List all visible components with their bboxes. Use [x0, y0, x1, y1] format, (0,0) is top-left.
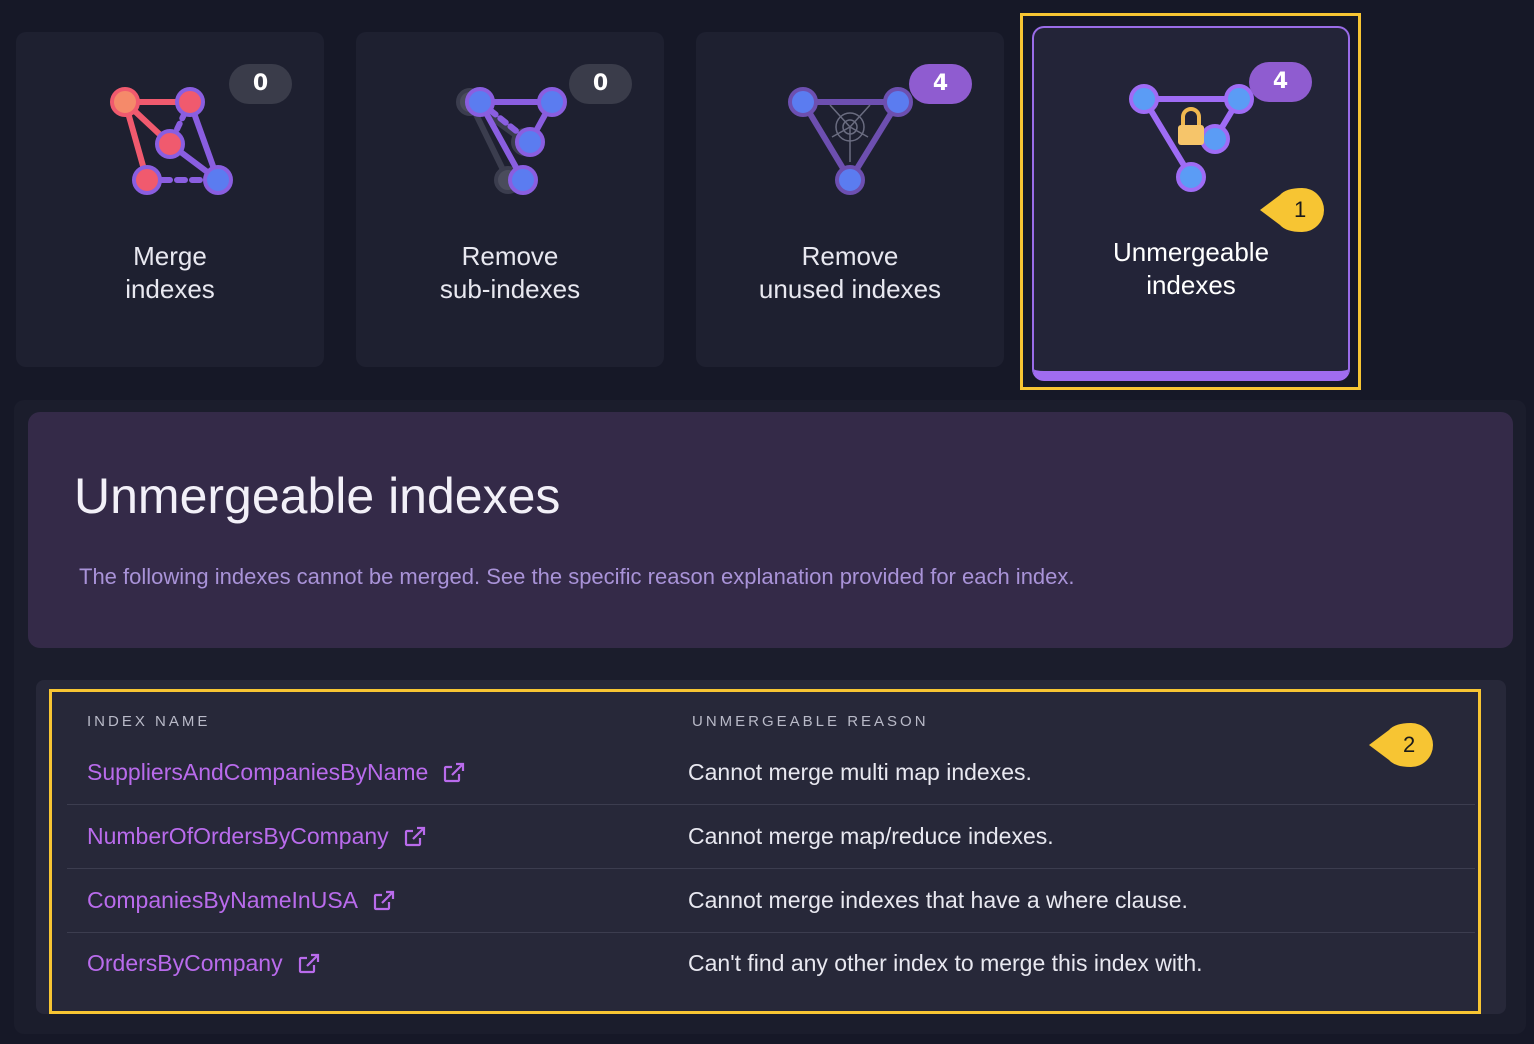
card-label-line-2: indexes [125, 274, 215, 304]
card-label: Remove unused indexes [696, 240, 1004, 306]
page-title: Unmergeable indexes [74, 468, 561, 524]
merge-graph-icon [16, 87, 324, 237]
card-remove-unused-indexes[interactable]: 4 Remove unused indexes [696, 32, 1004, 367]
card-label-line-1: Remove [461, 241, 559, 271]
card-remove-sub-indexes[interactable]: 0 Remove sub-indexes [356, 32, 664, 367]
count-badge: 0 [229, 64, 292, 104]
callout-1: 1 [1260, 186, 1330, 234]
card-label-line-2: sub-indexes [439, 274, 581, 304]
callout-2: 2 [1369, 721, 1439, 769]
hero-header: Unmergeable indexes The following indexe… [28, 412, 1513, 648]
card-label-line-1: Remove [801, 241, 899, 271]
card-label: Remove sub-indexes [356, 240, 664, 306]
sub-index-graph-icon [356, 87, 664, 237]
card-label-line-2: unused indexes [758, 274, 942, 304]
callout-number: 1 [1294, 197, 1307, 222]
cobweb-graph-icon [696, 87, 1004, 237]
card-label: Merge indexes [16, 240, 324, 306]
highlight-box-2 [49, 689, 1481, 1014]
card-merge-indexes[interactable]: 0 Merge indexes [16, 32, 324, 367]
callout-number: 2 [1403, 732, 1416, 757]
page-description: The following indexes cannot be merged. … [79, 564, 1075, 589]
count-badge: 0 [569, 64, 632, 104]
card-label-line-1: Merge [133, 241, 207, 271]
count-badge: 4 [909, 64, 972, 104]
